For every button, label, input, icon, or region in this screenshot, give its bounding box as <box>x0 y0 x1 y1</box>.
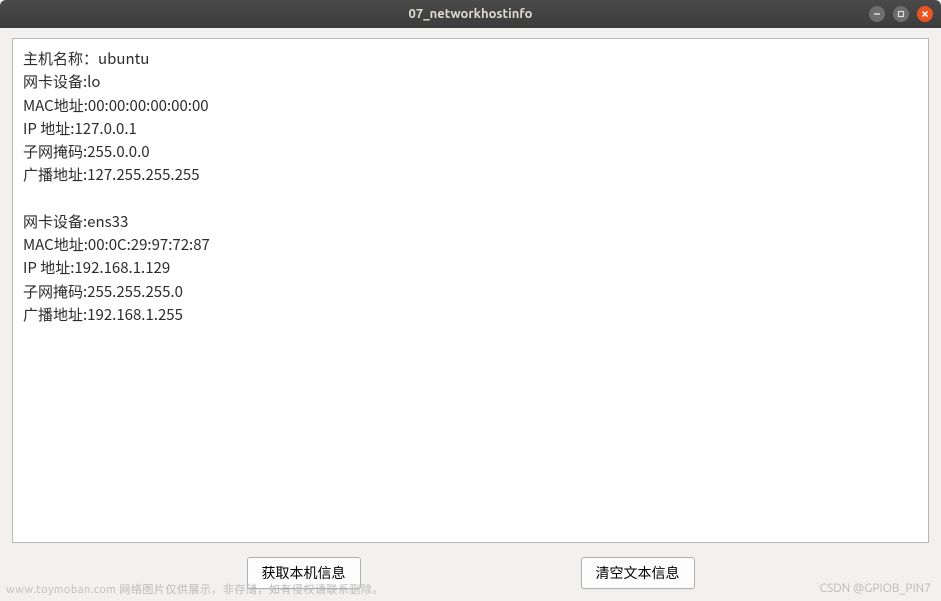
watermark-left: www.toymoban.com 网络图片仅供展示，非存储，如有侵权请联系删除。 <box>6 581 384 597</box>
window-body: 主机名称：ubuntu 网卡设备:lo MAC地址:00:00:00:00:00… <box>0 28 941 601</box>
maximize-icon[interactable] <box>893 6 909 22</box>
watermark-right: CSDN @GPIOB_PIN7 <box>819 582 931 595</box>
titlebar: 07_networkhostinfo <box>0 0 941 28</box>
minimize-icon[interactable] <box>869 6 885 22</box>
window-title: 07_networkhostinfo <box>0 7 941 21</box>
close-icon[interactable] <box>917 6 933 22</box>
clear-info-button[interactable]: 清空文本信息 <box>581 557 695 589</box>
network-info-textarea[interactable]: 主机名称：ubuntu 网卡设备:lo MAC地址:00:00:00:00:00… <box>12 38 929 543</box>
window-controls <box>869 6 933 22</box>
